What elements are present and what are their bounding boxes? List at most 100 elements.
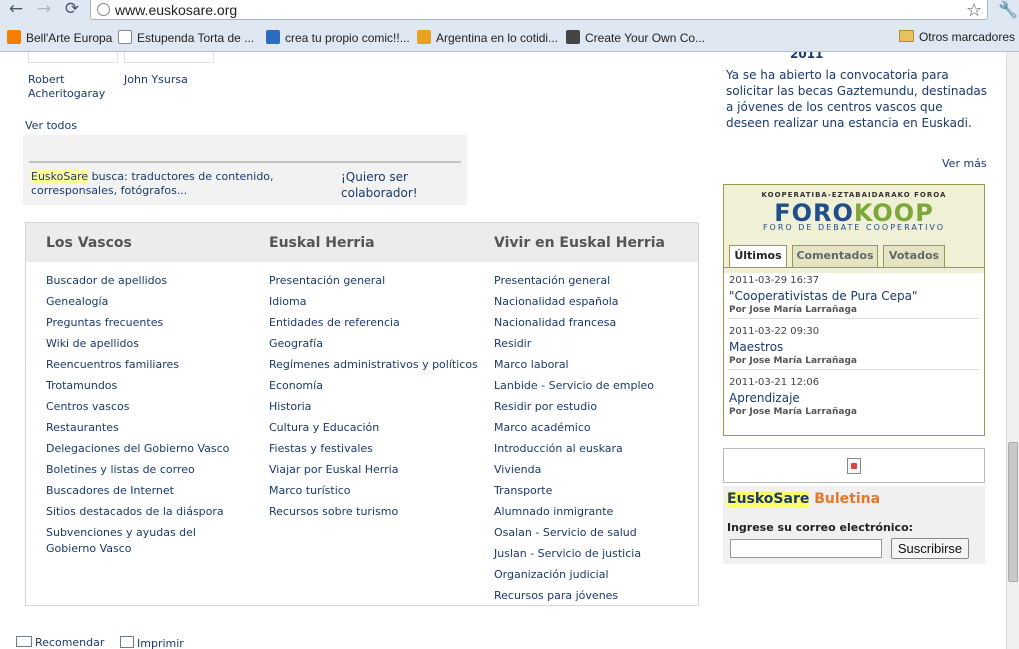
url-text: www.euskosare.org — [115, 2, 238, 18]
person-photo-frame — [28, 52, 118, 63]
directory-link[interactable]: Historia — [269, 396, 484, 417]
directory-link[interactable]: Entidades de referencia — [269, 312, 484, 333]
web-page: Robert Acheritogaray John Ysursa Ver tod… — [0, 52, 1006, 649]
directory-link[interactable]: Juslan - Servicio de justicia — [494, 543, 694, 564]
other-bookmarks[interactable]: Otros marcadores — [898, 30, 1015, 44]
post-author: Por Jose María Larrañaga — [729, 407, 857, 417]
directory-link[interactable]: Alumnado inmigrante — [494, 501, 694, 522]
directory-link[interactable]: Recursos para jóvenes — [494, 585, 694, 606]
back-button[interactable]: ← — [6, 1, 26, 19]
post-title[interactable]: Maestros — [729, 339, 979, 355]
directory-link[interactable]: Idioma — [269, 291, 484, 312]
browser-chrome: ← → ⟳ www.euskosare.org ☆ 🔧 Bell'Arte Eu… — [0, 0, 1019, 52]
directory-link[interactable]: Preguntas frecuentes — [46, 312, 246, 333]
post-date: 2011-03-21 12:06 — [729, 377, 820, 388]
envelope-icon — [16, 636, 32, 647]
recommend-link[interactable]: Recomendar — [16, 636, 104, 649]
column-heading: Vivir en Euskal Herria — [494, 235, 665, 251]
print-link[interactable]: Imprimir — [120, 636, 184, 649]
tab-votados[interactable]: Votados — [883, 245, 945, 267]
reload-button[interactable]: ⟳ — [62, 1, 82, 19]
euskal-herria-list: Presentación general Idioma Entidades de r… — [269, 270, 484, 522]
directory-link[interactable]: Nacionalidad francesa — [494, 312, 694, 333]
blogger-icon — [7, 30, 21, 44]
directory-link[interactable]: Nacionalidad española — [494, 291, 694, 312]
directory-link[interactable]: Marco laboral — [494, 354, 694, 375]
bookmark-star-icon[interactable]: ☆ — [966, 0, 982, 21]
forward-button[interactable]: → — [34, 1, 54, 19]
directory-link[interactable]: Geografía — [269, 333, 484, 354]
directory-link[interactable]: Residir — [494, 333, 694, 354]
directory-link[interactable]: Wiki de apellidos — [46, 333, 246, 354]
folder-icon — [898, 30, 914, 42]
directory-link[interactable]: Trotamundos — [46, 375, 246, 396]
tab-comentados[interactable]: Comentados — [792, 245, 878, 267]
directory-link[interactable]: Restaurantes — [46, 417, 246, 438]
tab-ultimos[interactable]: Últimos — [729, 245, 787, 268]
directory-link[interactable]: Marco turístico — [269, 480, 484, 501]
directory-link[interactable]: Fiestas y festivales — [269, 438, 484, 459]
bookmark-item[interactable]: Bell'Arte Europa — [7, 30, 112, 45]
directory-link[interactable]: Presentación general — [269, 270, 484, 291]
directory-link[interactable]: Boletines y listas de correo — [46, 459, 246, 480]
directory-link[interactable]: Residir por estudio — [494, 396, 694, 417]
scrollbar-thumb[interactable] — [1008, 442, 1018, 582]
forokoop-subtitle: KOOPERATIBA-EZTABAIDARAKO FOROA — [761, 191, 947, 199]
directory-link[interactable]: Organización judicial — [494, 564, 694, 585]
email-field[interactable] — [730, 539, 882, 558]
directory-link[interactable]: Genealogía — [46, 291, 246, 312]
bookmark-item[interactable]: Create Your Own Co... — [566, 30, 705, 45]
ver-todos-link[interactable]: Ver todos — [25, 119, 77, 132]
directory-link[interactable]: Reencuentros familiares — [46, 354, 246, 375]
directory-link[interactable]: Presentación general — [494, 270, 694, 291]
directory-link[interactable]: Regímenes administrativos y políticos — [269, 354, 484, 375]
divider — [29, 161, 461, 163]
directory-link[interactable]: Cultura y Educación — [269, 417, 484, 438]
directory-link[interactable]: Marco académico — [494, 417, 694, 438]
directory-link[interactable]: Introducción al euskara — [494, 438, 694, 459]
directory-link[interactable]: Sitios destacados de la diáspora — [46, 501, 246, 522]
directory-link[interactable]: Osalan - Servicio de salud — [494, 522, 694, 543]
address-bar[interactable]: www.euskosare.org — [90, 0, 988, 20]
collaborator-box: EuskoSare busca: traductores de contenid… — [23, 135, 467, 205]
print-label: Imprimir — [137, 637, 184, 649]
page-icon — [118, 30, 132, 44]
forokoop-widget: KOOPERATIBA-EZTABAIDARAKO FOROA FOROKOOP… — [723, 184, 985, 436]
directory-link[interactable]: Buscador de apellidos — [46, 270, 246, 291]
printer-icon — [120, 636, 134, 648]
post-date: 2011-03-29 16:37 — [729, 275, 820, 286]
directory-link[interactable]: Buscadores de Internet — [46, 480, 246, 501]
forokoop-header: KOOPERATIBA-EZTABAIDARAKO FOROA FOROKOOP… — [724, 185, 984, 273]
bookmark-item[interactable]: Estupenda Torta de ... — [118, 30, 254, 45]
post-title[interactable]: Aprendizaje — [729, 390, 979, 406]
recommend-label: Recomendar — [35, 636, 105, 649]
ver-mas-link[interactable]: Ver más — [942, 157, 987, 170]
collab-text: EuskoSare busca: traductores de contenid… — [31, 170, 333, 198]
directory-link[interactable]: Subvenciones y ayudas del Gobierno Vasco — [46, 522, 246, 559]
column-heading: Euskal Herria — [269, 235, 375, 251]
news-text: Ya se ha abierto la convocatoria para so… — [726, 68, 988, 130]
forum-post: 2011-03-22 09:30 Maestros Por Jose María… — [729, 325, 979, 368]
brand-highlight: EuskoSare — [31, 170, 89, 183]
directory-link[interactable]: Viajar por Euskal Herria — [269, 459, 484, 480]
directory-link[interactable]: Transporte — [494, 480, 694, 501]
person-link[interactable]: John Ysursa — [124, 73, 214, 87]
subscribe-button[interactable]: Suscribirse — [891, 538, 969, 559]
person-link[interactable]: Robert Acheritogaray — [28, 73, 118, 101]
directory-link[interactable]: Lanbide - Servicio de empleo — [494, 375, 694, 396]
email-label: Ingrese su correo electrónico: — [727, 521, 914, 534]
collaborate-link[interactable]: ¡Quiero ser colaborador! — [341, 169, 451, 201]
directory-link[interactable]: Centros vascos — [46, 396, 246, 417]
los-vascos-list: Buscador de apellidos Genealogía Preguntas… — [46, 270, 246, 559]
directory-link[interactable]: Delegaciones del Gobierno Vasco — [46, 438, 246, 459]
bookmark-item[interactable]: Argentina en lo cotidi... — [417, 30, 558, 45]
wrench-icon[interactable]: 🔧 — [998, 0, 1018, 19]
vertical-scrollbar[interactable] — [1006, 52, 1019, 649]
directory-link[interactable]: Economía — [269, 375, 484, 396]
bookmark-item[interactable]: crea tu propio comic!!... — [266, 30, 410, 45]
post-title[interactable]: "Cooperativistas de Pura Cepa" — [729, 288, 979, 304]
directory-link[interactable]: Recursos sobre turismo — [269, 501, 484, 522]
bulletin-signup: EuskoSare Buletina Ingrese su correo ele… — [723, 486, 985, 564]
globe-icon — [97, 3, 110, 16]
directory-link[interactable]: Vivienda — [494, 459, 694, 480]
